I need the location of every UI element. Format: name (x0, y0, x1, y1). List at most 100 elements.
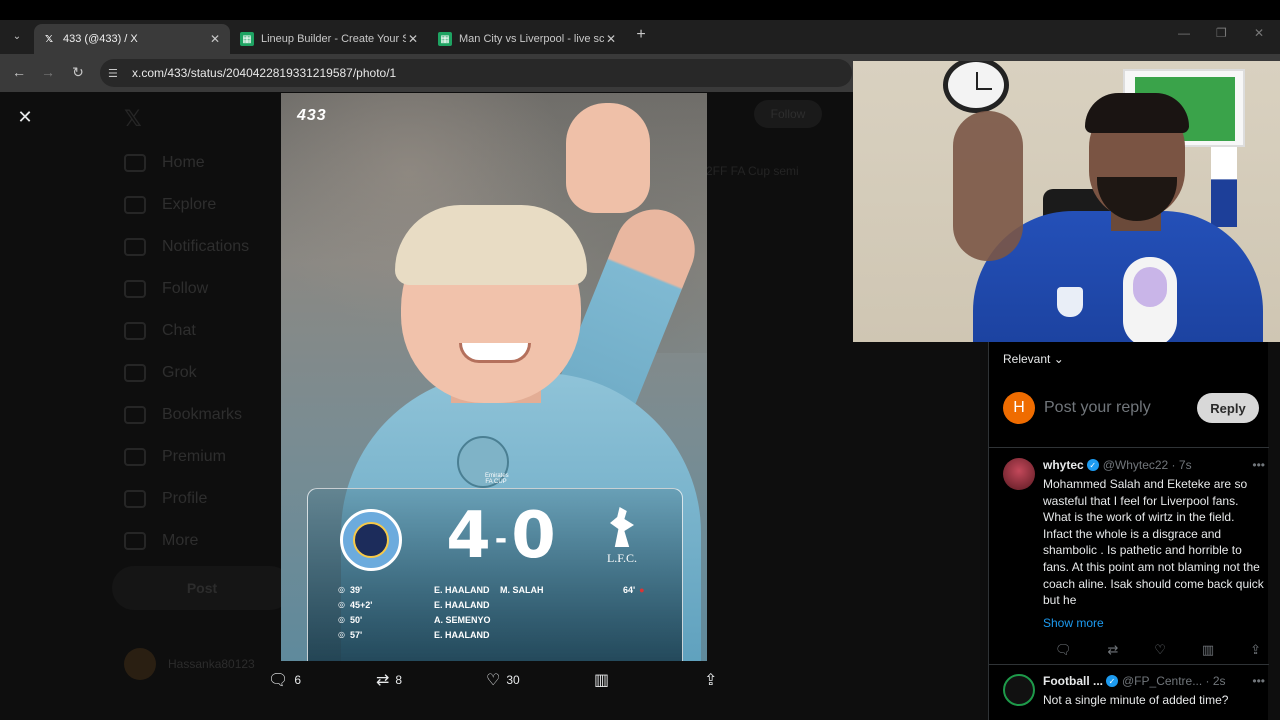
reply-action[interactable]: 🗨 6 (268, 670, 301, 690)
away-event-name: M. SALAH (500, 585, 544, 595)
player-hair (395, 205, 587, 285)
reply-handle[interactable]: @Whytec22 · 7s (1103, 458, 1253, 472)
goal-minute: 57' (350, 630, 363, 640)
person-icon (124, 490, 146, 508)
player-smile (459, 343, 531, 363)
away-event-minute-text: 64' (623, 585, 636, 595)
new-tab-plus-icon[interactable]: + (632, 26, 650, 44)
chat-icon (124, 322, 146, 340)
nav-chat: Chat (124, 322, 196, 340)
browser-tab-bar: ⌄ 𝕏 433 (@433) / X ✕ ▦ Lineup Builder - … (0, 20, 1280, 54)
liver-bird-icon (610, 507, 634, 547)
bar-chart-icon[interactable]: ▥ (1202, 642, 1214, 658)
restore-icon[interactable]: ❐ (1216, 26, 1227, 40)
user-avatar: H (1003, 392, 1035, 424)
views-action[interactable]: ▥ (594, 670, 615, 690)
bar-chart-icon: ▥ (594, 672, 610, 689)
back-arrow-icon[interactable]: ← (10, 64, 28, 80)
streamer-hand (953, 111, 1023, 261)
tab-433-x[interactable]: 𝕏 433 (@433) / X ✕ (34, 24, 230, 54)
reply-text: Mohammed Salah and Eketeke are so wastef… (1043, 477, 1264, 608)
repost-action[interactable]: ⇄ 8 (376, 670, 402, 690)
sort-label: Relevant (1003, 352, 1051, 366)
tab-man-city-vs-liverpool[interactable]: ▦ Man City vs Liverpool - live sco ✕ (430, 24, 626, 54)
nav-label: Bookmarks (162, 406, 243, 423)
ball-icon: ◎ (338, 615, 345, 624)
avatar[interactable] (1003, 674, 1035, 706)
red-card-icon: ● (639, 585, 645, 595)
close-photo-icon[interactable]: ✕ (14, 106, 36, 128)
reply-item[interactable]: Football ... ✓ @FP_Centre... · 2s ••• No… (1003, 674, 1265, 720)
tab-close-icon[interactable]: ✕ (208, 32, 222, 46)
site-settings-icon[interactable]: ☰ (108, 67, 122, 80)
nav-grok: Grok (124, 364, 197, 382)
goal-scorer: E. HAALAND (434, 585, 490, 595)
microphone (1123, 257, 1177, 342)
repost-count: 8 (395, 673, 403, 687)
divider (989, 447, 1269, 448)
wall-clock (943, 61, 1009, 113)
repost-icon[interactable]: ⇄ (1107, 642, 1118, 658)
window-close-icon[interactable]: ✕ (1254, 26, 1264, 40)
score-card: 4 -0 L.F.C. ◎ 39' E. HAALAND ◎ 45+2' E. H… (307, 488, 683, 661)
tab-lineup-builder[interactable]: ▦ Lineup Builder - Create Your Sq ✕ (232, 24, 428, 54)
reply-handle[interactable]: @FP_Centre... · 2s (1122, 674, 1252, 688)
reply-author-name[interactable]: Football ... (1043, 674, 1103, 688)
verified-badge-icon: ✓ (1086, 459, 1099, 471)
home-icon (124, 154, 146, 172)
goal-scorer: E. HAALAND (434, 630, 490, 640)
scarf (1211, 147, 1237, 227)
nav-more: More (124, 532, 198, 550)
more-options-icon[interactable]: ••• (1252, 674, 1265, 688)
forward-arrow-icon[interactable]: → (39, 64, 57, 80)
nav-label: More (162, 532, 199, 549)
user-name: Hassanka80123 (168, 657, 255, 671)
share-action[interactable]: ⇪ (704, 670, 723, 690)
share-icon: ⇪ (704, 672, 718, 689)
avatar[interactable] (1003, 458, 1035, 490)
post-photo: 433 Emirates FA CUP 4 -0 L.F.C. ◎ 39' E. … (281, 93, 707, 661)
nav-label: Chat (162, 322, 196, 339)
like-action[interactable]: ♡ 30 (486, 670, 520, 690)
search-icon (124, 196, 146, 214)
nav-profile: Profile (124, 490, 207, 508)
player-hand (566, 103, 650, 213)
reply-composer: H Post your reply Reply (1003, 392, 1259, 424)
nav-explore: Explore (124, 196, 216, 214)
minimize-icon[interactable]: — (1178, 26, 1190, 40)
away-event-minute: 64' ● (623, 585, 645, 595)
goal-row: ◎ 45+2' E. HAALAND (338, 600, 504, 610)
nav-label: Notifications (162, 238, 250, 255)
tab-title: Man City vs Liverpool - live sco (459, 33, 604, 45)
share-icon[interactable]: ⇪ (1250, 642, 1261, 658)
more-options-icon[interactable]: ••• (1252, 458, 1265, 472)
reply-author-name[interactable]: whytec (1043, 458, 1084, 472)
chevron-down-icon: ⌄ (1050, 352, 1064, 366)
tab-list-chevron-icon[interactable]: ⌄ (6, 27, 28, 47)
ball-icon: ◎ (338, 630, 345, 639)
reply-input[interactable]: Post your reply (1044, 399, 1197, 417)
replies-panel: Relevant ⌄ H Post your reply Reply whyte… (988, 342, 1269, 720)
tab-close-icon[interactable]: ✕ (604, 32, 618, 46)
ball-icon: ◎ (338, 600, 345, 609)
bell-icon (124, 238, 146, 256)
sort-dropdown[interactable]: Relevant ⌄ (1003, 352, 1064, 366)
reply-item[interactable]: whytec ✓ @Whytec22 · 7s ••• Mohammed Sal… (1003, 458, 1265, 668)
divider (989, 664, 1269, 665)
show-more-link[interactable]: Show more (1043, 616, 1104, 630)
dimmed-user-profile: Hassanka80123 (124, 648, 255, 680)
heart-icon[interactable]: ♡ (1154, 642, 1166, 658)
webcam-overlay (853, 61, 1280, 342)
url-text: x.com/433/status/2040422819331219587/pho… (132, 66, 397, 80)
tab-close-icon[interactable]: ✕ (406, 32, 420, 46)
reload-icon[interactable]: ↻ (69, 64, 87, 81)
address-bar[interactable]: ☰ x.com/433/status/2040422819331219587/p… (100, 59, 852, 87)
reply-header: whytec ✓ @Whytec22 · 7s ••• (1043, 458, 1265, 472)
reply-button[interactable]: Reply (1197, 393, 1259, 423)
nav-home: Home (124, 154, 205, 172)
goal-row: ◎ 57' E. HAALAND (338, 630, 504, 640)
nav-notifications: Notifications (124, 238, 249, 256)
nav-label: Grok (162, 364, 197, 381)
reply-bubble-icon[interactable]: 🗨 (1055, 642, 1072, 658)
brand-433-logo: 433 (297, 107, 327, 124)
